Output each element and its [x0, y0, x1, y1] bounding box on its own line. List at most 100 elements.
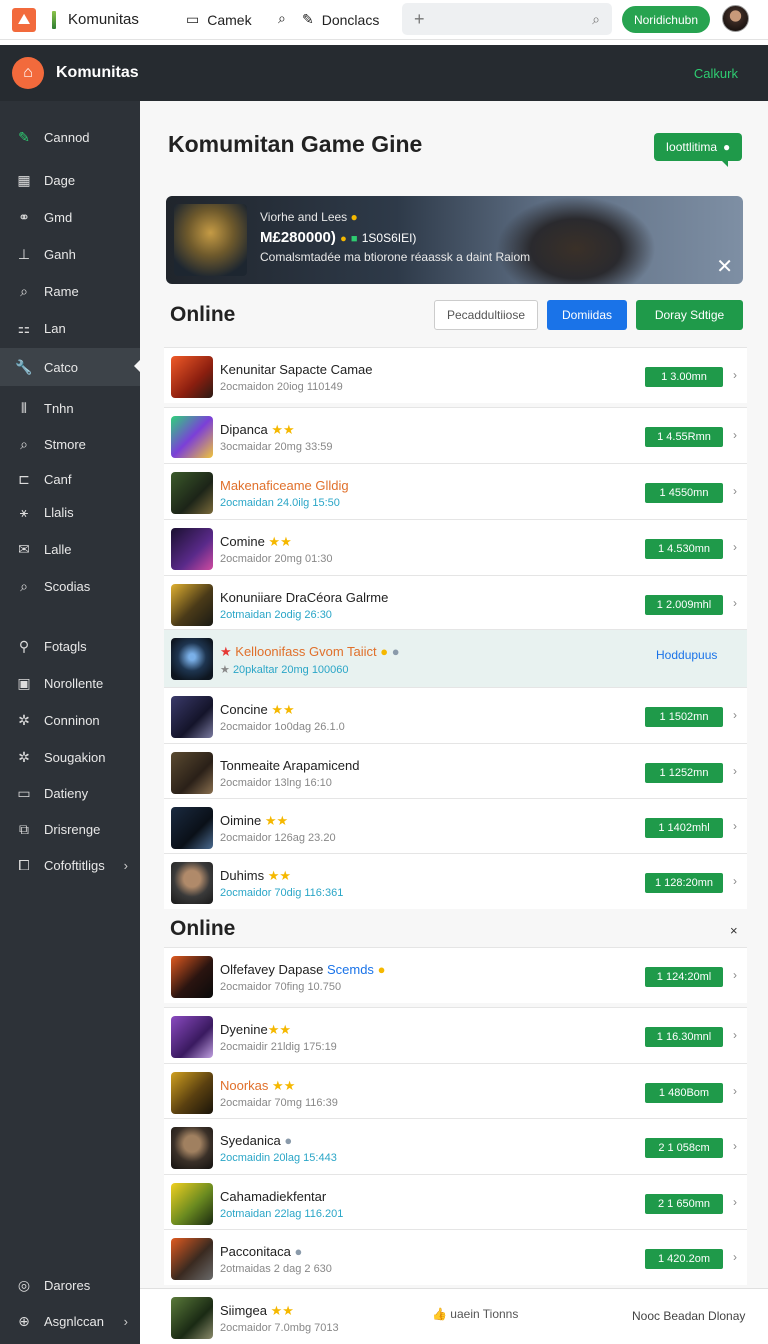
sidebar-item-3[interactable]: ⊥ Ganh [0, 236, 140, 272]
list-item[interactable]: Syedanica ● 2ocmaidin 20lag 15:443 2 1 0… [164, 1118, 747, 1174]
time-badge: 1 16.30mnl [645, 1027, 723, 1047]
list-item[interactable]: Oimine ★★ 2ocmaidor 126ag 23.20 1 1402mh… [164, 798, 747, 854]
item-meta: 2ocmaidir 21ldig 175:19 [220, 1041, 337, 1053]
chevron-right-icon[interactable]: › [733, 428, 737, 442]
chevron-right-icon[interactable]: › [733, 540, 737, 554]
sidebar-item-label: Datieny [44, 785, 89, 801]
sidebar-item-4[interactable]: ⌕ Rame [0, 273, 140, 309]
chevron-right-icon[interactable]: › [733, 708, 737, 722]
community-logo-icon[interactable]: ⌂ [12, 57, 44, 89]
chat-button[interactable]: Ioottlitima ● [654, 133, 742, 167]
note-icon: ▣ [17, 674, 31, 691]
sidebar-item-label: Llalis [44, 504, 74, 520]
chevron-right-icon[interactable]: › [733, 764, 737, 778]
app-logo-icon[interactable]: ⛰ [12, 7, 36, 32]
chevron-right-icon[interactable]: › [733, 1250, 737, 1264]
sidebar-item-20[interactable]: ◎ Darores [0, 1267, 140, 1303]
close-icon[interactable]: × [730, 923, 738, 938]
list-item[interactable]: Kenunitar Sapacte Camae 2ocmaidon 20iog … [164, 347, 747, 403]
list-item[interactable]: Siimgea ★★ 2ocmaidor 7.0mbg 7013 [164, 1289, 424, 1344]
search-icon[interactable]: ⌕ [592, 11, 600, 28]
settings-button[interactable]: Doray Sdtige [636, 300, 743, 330]
status-label[interactable]: Hoddupuus [656, 648, 717, 662]
section-title: Online [170, 303, 236, 326]
chevron-right-icon[interactable]: › [733, 968, 737, 982]
plus-icon[interactable]: + [414, 9, 425, 30]
list-item-selected[interactable]: ★ Kelloonifass Gvom Taiict ● ● ★ 20pkalt… [164, 629, 747, 687]
sidebar-item-12[interactable]: ⌕ Scodias [0, 568, 140, 604]
page-title: Komumitan Game Gine [168, 131, 423, 157]
list-item[interactable]: Makenaficeame Glldig 2ocmaidan 24.0ilg 1… [164, 463, 747, 519]
game-thumbnail [171, 1238, 213, 1280]
chevron-right-icon[interactable]: › [733, 596, 737, 610]
chevron-right-icon[interactable]: › [733, 1195, 737, 1209]
sidebar-item-2[interactable]: ⚭ Gmd [0, 199, 140, 235]
nav-link-downloads[interactable]: ✎ Donclacs [302, 11, 379, 28]
time-badge: 1 1402mhl [645, 818, 723, 838]
sidebar-item-label: Dage [44, 172, 76, 188]
list-item[interactable]: Concine ★★ 2ocmaidor 1o0dag 26.1.0 1 150… [164, 687, 747, 743]
sidebar-item-label: Tnhn [44, 400, 74, 416]
users-icon: ⚏ [17, 319, 31, 336]
close-icon[interactable]: ✕ [716, 254, 733, 279]
footer-action[interactable]: 👍 uaein Tionns [432, 1307, 518, 1321]
topbar-brand[interactable]: Komunitas [68, 11, 139, 28]
chevron-right-icon[interactable]: › [733, 874, 737, 888]
sidebar-item-16[interactable]: ✲ Sougakion [0, 739, 140, 775]
item-title: Siimgea ★★ [220, 1303, 294, 1318]
time-badge: 1 420.2om [645, 1249, 723, 1269]
chevron-right-icon[interactable]: › [733, 1028, 737, 1042]
chevron-right-icon[interactable]: › [733, 819, 737, 833]
sidebar-item-15[interactable]: ✲ Conninon [0, 702, 140, 738]
header-right-link[interactable]: Calkurk [694, 66, 738, 81]
game-thumbnail [171, 862, 213, 904]
nav-search-button[interactable]: ⌕ [278, 10, 294, 27]
filter-button[interactable]: Pecaddultiiose [434, 300, 538, 330]
sidebar: ✎ Cannod ▦ Dage ⚭ Gmd ⊥ Ganh ⌕ Rame ⚏ Lan 🔧 Cat… [0, 101, 140, 1344]
game-thumbnail [171, 1297, 213, 1339]
sidebar-item-10[interactable]: ⚹ Llalis [0, 494, 140, 530]
sidebar-item-0[interactable]: ✎ Cannod [0, 119, 140, 155]
list-item[interactable]: Duhims ★★ 2ocmaidor 70dig 116:361 1 128:… [164, 853, 747, 909]
list-item[interactable]: Cahamadiekfentar 2otmaidan 22lag 116.201… [164, 1174, 747, 1230]
featured-banner[interactable]: Viorhe and Lees ● M£280000) ● ■ 1S0S6IEI… [166, 196, 743, 284]
search-input[interactable]: + ⌕ [402, 3, 612, 35]
calendar-icon: ▭ [17, 784, 31, 801]
chevron-right-icon[interactable]: › [733, 1139, 737, 1153]
sidebar-item-5[interactable]: ⚏ Lan [0, 310, 140, 346]
thumbs-up-icon: 👍 [432, 1307, 447, 1321]
list-item[interactable]: Pacconitaca ● 2otmaidas 2 dag 2 630 1 42… [164, 1229, 747, 1285]
sidebar-item-21[interactable]: ⊕ Asgnlccan › [0, 1303, 140, 1339]
chevron-right-icon[interactable]: › [733, 1084, 737, 1098]
chevron-right-icon[interactable]: › [733, 368, 737, 382]
list-item[interactable]: Dipanca ★★ 3ocmaidar 20mg 33:59 1 4.55Rm… [164, 407, 747, 463]
footer-link[interactable]: Nooc Beadan Dlonay [632, 1309, 745, 1323]
sidebar-item-17[interactable]: ▭ Datieny [0, 775, 140, 811]
avatar[interactable] [722, 5, 749, 32]
list-item[interactable]: Olfefavey Dapase Scemds ● 2ocmaidor 70fi… [164, 947, 747, 1003]
nav-link-games[interactable]: ▭ Camek [186, 11, 252, 28]
domains-button[interactable]: Domiidas [547, 300, 627, 330]
list-item[interactable]: Tonmeaite Arapamicend 2ocmaidor 13lng 16… [164, 743, 747, 799]
chevron-right-icon[interactable]: › [733, 484, 737, 498]
sidebar-item-11[interactable]: ✉ Lalle [0, 531, 140, 567]
sidebar-item-14[interactable]: ▣ Norollente [0, 665, 140, 701]
list-item[interactable]: Dyenine★★ 2ocmaidir 21ldig 175:19 1 16.3… [164, 1007, 747, 1063]
sidebar-item-18[interactable]: ⧉ Drisrenge [0, 811, 140, 847]
sidebar-item-7[interactable]: ⫴ Tnhn [0, 390, 140, 426]
sidebar-item-8[interactable]: ⌕ Stmore [0, 426, 140, 462]
copy-icon: ⧉ [19, 820, 29, 837]
list-item[interactable]: Noorkas ★★ 2ocmaidar 70mg 116:39 1 480Bo… [164, 1063, 747, 1119]
list-item[interactable]: Comine ★★ 2ocmaidor 20mg 01:30 1 4.530mn… [164, 519, 747, 575]
sidebar-item-6[interactable]: 🔧 Catco [0, 348, 140, 386]
time-badge: 1 4550mn [645, 483, 723, 503]
sidebar-item-19[interactable]: ⧠ Cofoftitligs › [0, 847, 140, 883]
item-title: Dipanca ★★ [220, 422, 295, 437]
list-item[interactable]: Konuniiare DraCéora Galrme 2otmaidan 2od… [164, 575, 747, 631]
sidebar-item-1[interactable]: ▦ Dage [0, 162, 140, 198]
link-icon: ⚭ [18, 208, 30, 225]
sidebar-item-13[interactable]: ⚲ Fotagls [0, 628, 140, 664]
sidebar-item-9[interactable]: ⊏ Canf [0, 461, 140, 497]
nav-link-label: Camek [207, 11, 252, 28]
signup-button[interactable]: Noridichubn [622, 6, 710, 33]
